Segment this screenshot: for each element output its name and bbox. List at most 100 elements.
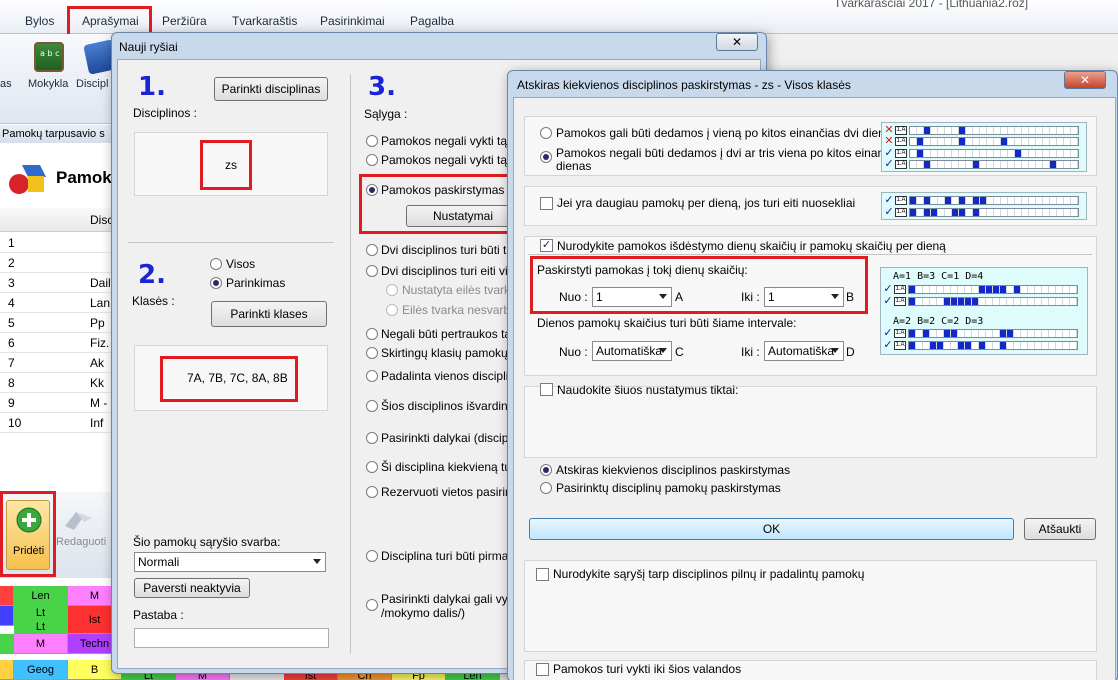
lesson-strip bbox=[908, 329, 1078, 338]
subjects-label: Disciplinos : bbox=[133, 106, 198, 120]
chevron-down-icon bbox=[831, 348, 839, 353]
pick-classes-button[interactable]: Parinkti klases bbox=[211, 301, 327, 327]
order-set-label: Nustatyta eilės tvarka bbox=[402, 283, 517, 297]
table-row[interactable]: 6 Fiz. bbox=[0, 333, 120, 353]
close-button[interactable]: ✕ bbox=[1064, 71, 1106, 89]
mode-separate-radio[interactable] bbox=[540, 464, 552, 476]
pick-subjects-button[interactable]: Parinkti disciplinas bbox=[214, 77, 328, 101]
mode-selected-radio[interactable] bbox=[540, 482, 552, 494]
condition-radio-distribution[interactable] bbox=[366, 184, 378, 196]
interval-label: Dienos pamokų skaičius turi būti šiame i… bbox=[537, 316, 797, 330]
table-row[interactable]: 10 Inf bbox=[0, 413, 120, 433]
close-button[interactable]: ✕ bbox=[716, 33, 758, 51]
timetable-cell[interactable]: M bbox=[14, 634, 68, 654]
menu-aprasymai[interactable]: Aprašymai bbox=[82, 14, 139, 28]
table-row[interactable]: 7 Ak bbox=[0, 353, 120, 373]
order-any-radio[interactable] bbox=[386, 304, 398, 316]
distribute-label: Paskirstyti pamokas į tokį dienų skaičių… bbox=[537, 263, 748, 277]
menu-perziura[interactable]: Peržiūra bbox=[162, 14, 207, 28]
timetable-cell[interactable]: Geog bbox=[14, 660, 68, 680]
pattern-preview-1: ✕ 1.A ✕ 1.A ✓ 1.A ✓ 1.A bbox=[881, 122, 1087, 172]
from2-select[interactable]: Automatiška bbox=[592, 341, 672, 361]
day-icon: 1.A bbox=[895, 137, 907, 146]
menu-tvarkarastis[interactable]: Tvarkaraštis bbox=[232, 14, 297, 28]
order-set-radio[interactable] bbox=[386, 284, 398, 296]
table-row[interactable]: 8 Kk bbox=[0, 373, 120, 393]
svg-text:a b c: a b c bbox=[40, 49, 59, 58]
to2-select[interactable]: Automatiška bbox=[764, 341, 844, 361]
classes-all-radio[interactable] bbox=[210, 258, 222, 270]
edit-button-label[interactable]: Redaguoti bbox=[56, 536, 106, 548]
from-select[interactable]: 1 bbox=[592, 287, 672, 307]
distribution-dialog: Atskiras kiekvienos disciplinos paskirst… bbox=[507, 70, 1118, 680]
day-icon: 1.A bbox=[894, 297, 906, 306]
to-select[interactable]: 1 bbox=[764, 287, 844, 307]
settings-button[interactable]: Nustatymai bbox=[406, 205, 520, 227]
to-suffix: B bbox=[846, 290, 855, 304]
condition-radio-10[interactable] bbox=[366, 370, 378, 382]
until-checkbox[interactable] bbox=[536, 663, 549, 676]
grid-header-disciplines[interactable]: Disc bbox=[90, 213, 113, 227]
table-row[interactable]: 4 Lan bbox=[0, 293, 120, 313]
day-icon: 1.A bbox=[894, 285, 906, 294]
condition-label-12: Pasirinkti dalykai (disciplino bbox=[381, 431, 528, 445]
condition-radio-5[interactable] bbox=[366, 265, 378, 277]
menu-pagalba[interactable]: Pagalba bbox=[410, 14, 454, 28]
menu-pasirinkimai[interactable]: Pasirinkimai bbox=[320, 14, 385, 28]
cancel-button[interactable]: Atšaukti bbox=[1024, 518, 1096, 540]
classes-all-label: Visos bbox=[226, 257, 256, 271]
ribbon-subjects-label[interactable]: Discipl bbox=[76, 78, 108, 90]
condition-radio-8[interactable] bbox=[366, 328, 378, 340]
ok-button[interactable]: OK bbox=[529, 518, 1014, 540]
school-board-icon[interactable]: a b c bbox=[34, 42, 64, 72]
condition-radio-2[interactable] bbox=[366, 154, 378, 166]
menu-bylos[interactable]: Bylos bbox=[25, 14, 54, 28]
pattern-preview-3: A=1 B=3 C=1 D=4 ✓ 1.A ✓ 1.A A=2 B=2 C=2 D=… bbox=[880, 267, 1088, 355]
timetable-cell[interactable]: Lt bbox=[14, 606, 68, 620]
condition-radio-1[interactable] bbox=[366, 135, 378, 147]
specify-days-checkbox[interactable]: ✓ bbox=[540, 239, 553, 252]
from2-value: Automatiška bbox=[596, 344, 663, 358]
note-input[interactable] bbox=[134, 628, 329, 648]
lesson-strip bbox=[908, 297, 1078, 306]
condition-label-2: Pamokos negali vykti tą pa bbox=[381, 153, 524, 167]
table-row[interactable]: 2 bbox=[0, 253, 120, 273]
condition-radio-14[interactable] bbox=[366, 486, 378, 498]
condition-label-15: Disciplina turi būti pirma ar bbox=[381, 549, 523, 563]
no-consecutive-days-label: Pamokos negali būti dedamos į dvi ar tri… bbox=[556, 146, 906, 160]
from2-label: Nuo : bbox=[559, 345, 588, 359]
lesson-strip bbox=[908, 285, 1078, 294]
condition-label-8: Negali būti pertraukos tarp bbox=[381, 327, 522, 341]
two-days-radio[interactable] bbox=[540, 127, 552, 139]
classes-selection-radio[interactable] bbox=[210, 277, 222, 289]
consecutive-checkbox[interactable] bbox=[540, 197, 553, 210]
table-row[interactable]: 3 Dail bbox=[0, 273, 120, 293]
table-row[interactable]: 5 Pp bbox=[0, 313, 120, 333]
dialog-body: Pamokos gali būti dedamos į vieną po kit… bbox=[513, 97, 1116, 680]
importance-select[interactable]: Normali bbox=[134, 552, 326, 572]
make-inactive-button[interactable]: Paversti neaktyvia bbox=[134, 578, 250, 598]
timetable-cell[interactable]: Len bbox=[14, 586, 68, 606]
day-icon: 1.A bbox=[895, 149, 907, 158]
condition-radio-15[interactable] bbox=[366, 550, 378, 562]
condition-radio-9[interactable] bbox=[366, 347, 378, 359]
condition-radio-13[interactable] bbox=[366, 461, 378, 473]
cross-icon: ✕ bbox=[884, 135, 894, 147]
day-icon: 1.A bbox=[895, 126, 907, 135]
condition-label-4: Dvi disciplinos turi būti ta bbox=[381, 243, 514, 257]
menu-bar: Bylos Aprašymai Peržiūra Tvarkaraštis Pa… bbox=[0, 0, 1118, 34]
order-any-label: Eilės tvarka nesvarb bbox=[402, 303, 511, 317]
condition-radio-4[interactable] bbox=[366, 244, 378, 256]
add-button[interactable]: Pridėti bbox=[6, 500, 50, 570]
condition-radio-16[interactable] bbox=[366, 599, 378, 611]
ribbon-school-label[interactable]: Mokykla bbox=[28, 78, 68, 90]
to-value: 1 bbox=[768, 290, 775, 304]
timetable-cell[interactable]: Lt bbox=[14, 620, 68, 634]
table-row[interactable]: 9M - bbox=[0, 393, 120, 413]
relation-checkbox[interactable] bbox=[536, 568, 549, 581]
table-row[interactable]: 1 bbox=[0, 233, 120, 253]
condition-radio-12[interactable] bbox=[366, 432, 378, 444]
condition-radio-11[interactable] bbox=[366, 400, 378, 412]
no-consecutive-days-radio[interactable] bbox=[540, 151, 552, 163]
use-only-checkbox[interactable] bbox=[540, 383, 553, 396]
